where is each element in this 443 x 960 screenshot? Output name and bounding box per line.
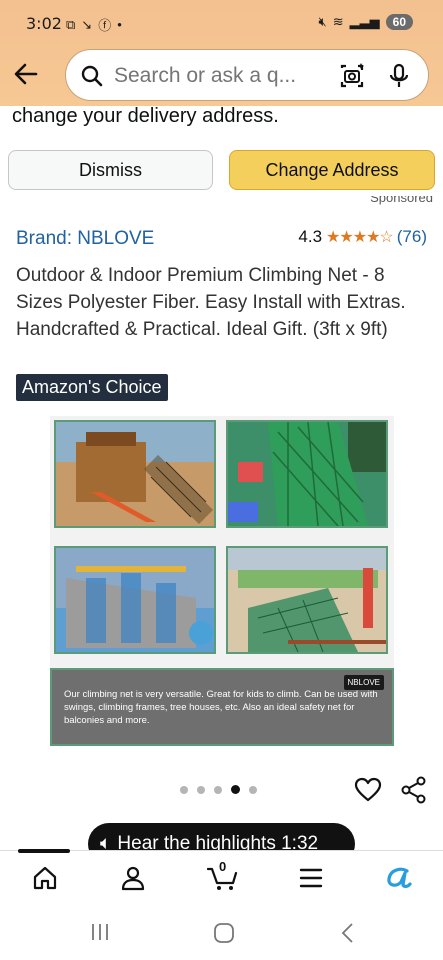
status-time: 3:02 [26,14,62,33]
nav-home[interactable] [30,863,60,893]
delivery-notice-text: change your delivery address. [12,105,279,127]
review-count[interactable]: (76) [397,227,427,247]
facebook-icon: ⓕ [98,18,112,33]
nav-rufus[interactable] [384,863,414,893]
nav-menu[interactable] [296,863,326,893]
home-button-icon[interactable] [213,922,235,944]
climbing-wall-photo [54,546,216,654]
status-system-icons: 🔇︎ ≋ ▂▃▅ 60 [319,14,413,30]
home-icon [33,866,57,890]
carousel-dot[interactable] [214,785,222,794]
system-nav-bar [0,906,443,960]
status-bar: 3:02 ⧉ ↘ ⓕ • 🔇︎ ≋ ▂▃▅ 60 [0,0,443,46]
heart-icon[interactable] [354,776,382,804]
nav-cart[interactable]: 0 [206,859,240,893]
status-notification-icons: ⧉ ↘ ⓕ • [66,15,122,34]
carousel-dot[interactable] [180,785,188,794]
microphone-icon[interactable] [386,62,412,90]
app-header: 3:02 ⧉ ↘ ⓕ • 🔇︎ ≋ ▂▃▅ 60 [0,0,443,106]
nav-account[interactable] [118,863,148,893]
cart-count: 0 [219,859,227,874]
rating-value: 4.3 [298,227,323,246]
rating-summary[interactable]: 4.3 ★★★★☆ (76) [298,227,427,247]
product-title: Outdoor & Indoor Premium Climbing Net - … [16,265,406,340]
playground-photo [54,420,216,528]
signal-icon: ▂▃▅ [349,14,380,29]
star-rating-icon: ★★★★☆ [326,229,394,246]
slide-net-photo [226,546,388,654]
image-caption: Our climbing net is very versatile. Grea… [64,689,378,726]
more-dot-icon: • [117,17,122,32]
search-icon [81,65,103,87]
nav-active-indicator [18,849,70,853]
battery-badge: 60 [385,14,413,30]
change-address-button[interactable]: Change Address [229,150,435,190]
rufus-assistant-icon [387,867,412,888]
back-arrow-icon[interactable] [12,60,40,88]
camera-search-icon[interactable] [338,62,366,90]
climbing-net-photo [226,420,388,528]
brand-link[interactable]: Brand: NBLOVE [16,228,154,250]
mute-icon: 🔇︎ [318,14,327,29]
sponsored-label[interactable]: Sponsored [370,196,433,210]
menu-icon [299,868,323,888]
search-bar[interactable] [65,49,429,101]
carousel-dot[interactable] [249,785,257,794]
bottom-nav: 0 [0,849,443,906]
nblove-tag: NBLOVE [343,675,384,690]
missed-call-icon: ↘ [81,16,93,32]
image-caption-box: NBLOVE Our climbing net is very versatil… [50,668,394,746]
wifi-icon: ≋ [332,14,344,29]
carousel-dot-active[interactable] [231,785,240,794]
carousel-dot[interactable] [197,785,205,794]
search-input[interactable] [114,60,324,92]
share-icon[interactable] [400,776,428,804]
back-button-icon[interactable] [340,922,356,944]
recent-apps-icon[interactable] [90,922,110,942]
amazons-choice-badge: Amazon's Choice [16,374,168,401]
screenshot-icon: ⧉ [66,16,76,32]
image-carousel-dots[interactable] [180,785,257,794]
dismiss-button[interactable]: Dismiss [8,150,213,190]
product-image[interactable]: NBLOVE Our climbing net is very versatil… [50,416,394,746]
person-icon [121,866,145,891]
